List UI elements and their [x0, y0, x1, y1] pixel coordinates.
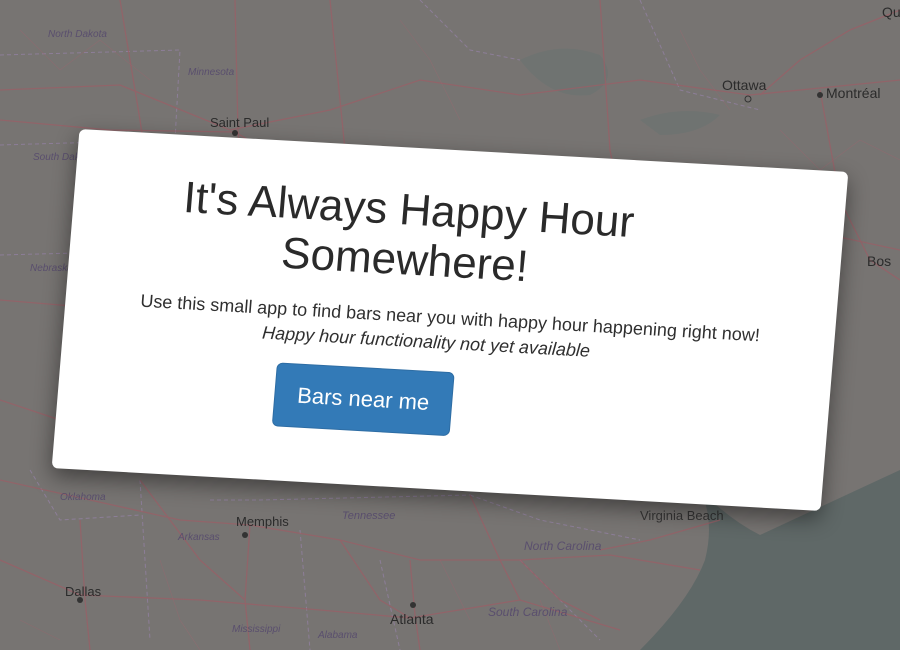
city-label-ottawa: Ottawa — [722, 77, 767, 93]
city-label-atlanta: Atlanta — [390, 611, 434, 627]
region-label-oklahoma: Oklahoma — [60, 492, 106, 503]
region-label-north-dakota: North Dakota — [48, 29, 107, 40]
city-label-montreal: Montréal — [826, 85, 880, 101]
region-label-tennessee: Tennessee — [342, 510, 395, 522]
region-label-arkansas: Arkansas — [177, 532, 220, 543]
region-label-alabama: Alabama — [317, 630, 358, 641]
region-label-minnesota: Minnesota — [188, 67, 235, 78]
hero-title: It's Always Happy Hour Somewhere! — [181, 173, 637, 292]
city-label-memphis: Memphis — [236, 514, 289, 529]
city-label-saint-paul: Saint Paul — [210, 115, 269, 130]
hero-card: It's Always Happy Hour Somewhere! Use th… — [51, 129, 849, 511]
bars-near-me-button[interactable]: Bars near me — [271, 362, 455, 437]
city-label-quebec: Qu — [882, 4, 900, 20]
region-label-south-carolina: South Carolina — [488, 605, 568, 619]
city-label-dallas: Dallas — [65, 584, 102, 599]
city-label-boston: Bos — [867, 253, 891, 269]
region-label-mississippi: Mississippi — [232, 624, 281, 635]
region-label-north-carolina: North Carolina — [524, 539, 602, 553]
city-label-virginia-beach: Virginia Beach — [640, 508, 724, 523]
